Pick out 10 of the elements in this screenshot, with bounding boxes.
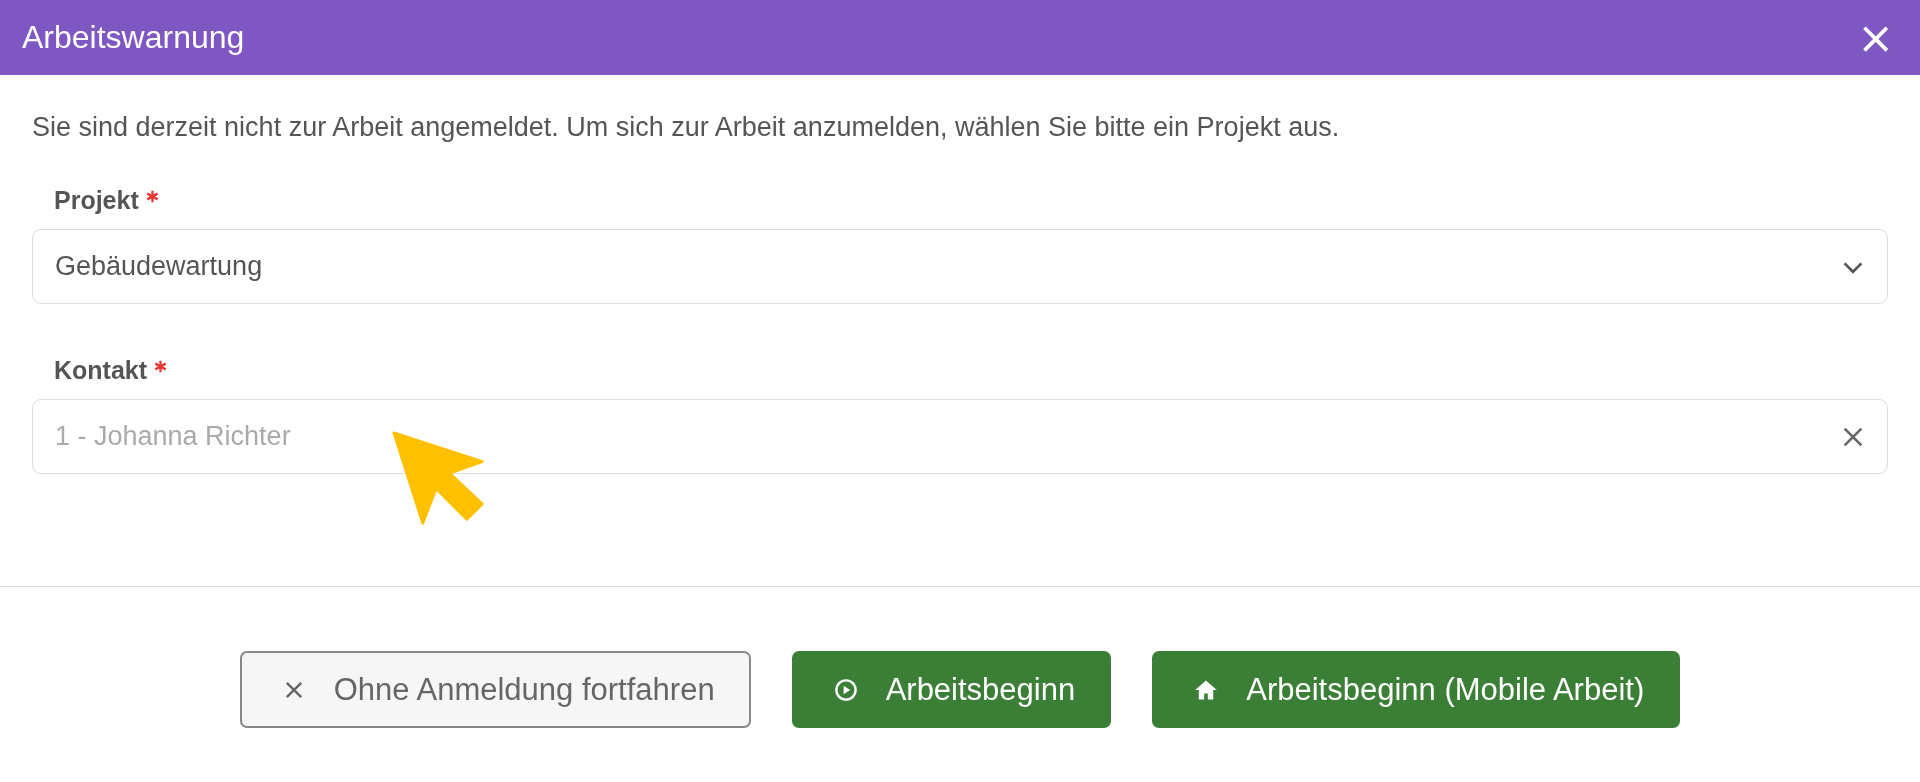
close-button[interactable]: × <box>1853 15 1898 60</box>
window-title: Arbeitswarnung <box>22 19 245 56</box>
action-button[interactable]: Arbeitsbeginn <box>791 651 1112 728</box>
play-circle-icon <box>833 677 858 702</box>
action-button[interactable]: Arbeitsbeginn (Mobile Arbeit) <box>1152 651 1681 728</box>
project-select[interactable]: Gebäudewartung <box>32 229 1888 304</box>
field-label: Kontakt <box>54 356 148 385</box>
message-text: Sie sind derzeit nicht zur Arbeit angemeldet. Um sich zur Arbeit anzumelden, wählen Sie bitte ein Projekt aus. <box>32 111 1341 143</box>
action-button[interactable]: Ohne Anmeldung fortfahren <box>239 651 751 728</box>
field-label: Projekt <box>54 186 139 215</box>
